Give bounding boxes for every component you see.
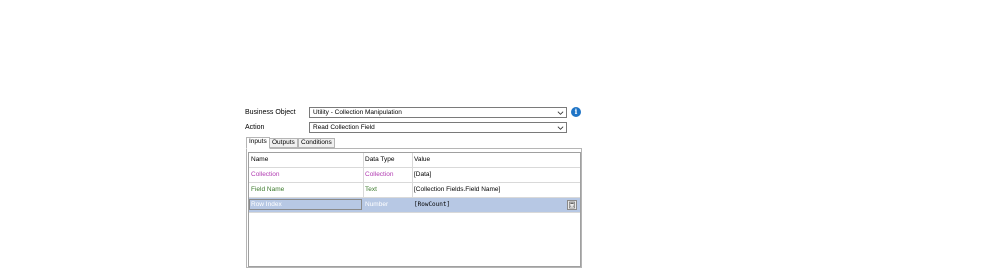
param-name: Field Name	[251, 186, 285, 193]
header-row: Name Data Type Value	[249, 153, 580, 168]
calculator-icon[interactable]	[567, 200, 577, 210]
param-name: Row Index	[251, 201, 282, 208]
business-object-label: Business Object	[245, 109, 296, 116]
column-header-name[interactable]: Name	[251, 153, 268, 167]
chevron-down-icon	[557, 111, 564, 115]
param-value[interactable]: [RowCount]	[414, 198, 450, 212]
table-row[interactable]: Collection Collection [Data]	[249, 168, 580, 183]
business-object-dropdown[interactable]: Utility - Collection Manipulation	[309, 107, 567, 118]
param-value[interactable]: [Collection Fields.Field Name]	[414, 183, 500, 197]
inputs-panel: Name Data Type Value Collection Collecti…	[246, 148, 582, 268]
chevron-down-icon	[557, 126, 564, 130]
business-object-value: Utility - Collection Manipulation	[313, 109, 402, 116]
param-type: Collection	[365, 171, 394, 178]
action-label: Action	[245, 124, 265, 131]
param-type: Text	[365, 186, 377, 193]
table-row[interactable]: Field Name Text [Collection Fields.Field…	[249, 183, 580, 198]
param-name: Collection	[251, 171, 280, 178]
tab-conditions[interactable]: Conditions	[298, 138, 335, 148]
column-header-value[interactable]: Value	[414, 153, 430, 167]
column-header-data-type[interactable]: Data Type	[365, 153, 395, 167]
info-icon[interactable]: i	[571, 107, 581, 117]
parameters-grid: Name Data Type Value Collection Collecti…	[248, 152, 581, 267]
table-row-selected[interactable]: Row Index Number [RowCount]	[249, 198, 580, 213]
tab-inputs[interactable]: Inputs	[246, 137, 270, 149]
param-value[interactable]: [Data]	[414, 168, 431, 182]
action-dropdown[interactable]: Read Collection Field	[309, 122, 567, 133]
tab-outputs[interactable]: Outputs	[269, 138, 298, 148]
action-value: Read Collection Field	[313, 124, 375, 131]
param-type: Number	[365, 201, 389, 208]
